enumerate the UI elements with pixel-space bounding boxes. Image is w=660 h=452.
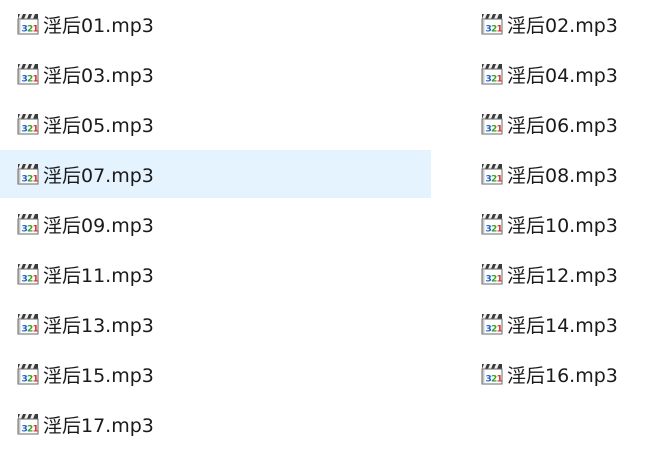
- file-name: 淫后16.mp3: [507, 364, 618, 387]
- svg-text:1: 1: [497, 275, 503, 285]
- file-item[interactable]: 3 2 1 淫后15.mp3: [0, 350, 431, 398]
- media-player-file-icon: 3 2 1: [481, 314, 503, 335]
- media-player-file-icon: 3 2 1: [481, 264, 503, 285]
- file-name: 淫后13.mp3: [43, 314, 154, 337]
- media-player-file-icon: 3 2 1: [481, 114, 503, 135]
- media-player-file-icon: 3 2 1: [17, 64, 39, 85]
- file-item[interactable]: 3 2 1 淫后03.mp3: [0, 50, 431, 98]
- svg-text:1: 1: [497, 25, 503, 35]
- svg-text:1: 1: [33, 325, 39, 335]
- svg-text:1: 1: [33, 75, 39, 85]
- file-item[interactable]: 3 2 1 淫后11.mp3: [0, 250, 431, 298]
- media-player-file-icon: 3 2 1: [17, 414, 39, 435]
- file-item[interactable]: 3 2 1 淫后17.mp3: [0, 400, 431, 448]
- media-player-file-icon: 3 2 1: [481, 364, 503, 385]
- svg-text:1: 1: [33, 375, 39, 385]
- file-item[interactable]: 3 2 1 淫后14.mp3: [480, 300, 660, 348]
- media-player-file-icon: 3 2 1: [17, 364, 39, 385]
- file-item[interactable]: 3 2 1 淫后06.mp3: [480, 100, 660, 148]
- file-name: 淫后07.mp3: [43, 164, 154, 187]
- media-player-file-icon: 3 2 1: [17, 164, 39, 185]
- file-item[interactable]: 3 2 1 淫后01.mp3: [0, 0, 431, 48]
- svg-text:1: 1: [497, 75, 503, 85]
- file-name: 淫后03.mp3: [43, 64, 154, 87]
- file-name: 淫后15.mp3: [43, 364, 154, 387]
- media-player-file-icon: 3 2 1: [17, 214, 39, 235]
- file-item[interactable]: 3 2 1 淫后13.mp3: [0, 300, 431, 348]
- svg-text:1: 1: [33, 225, 39, 235]
- file-name: 淫后14.mp3: [507, 314, 618, 337]
- file-item[interactable]: 3 2 1 淫后05.mp3: [0, 100, 431, 148]
- file-item[interactable]: 3 2 1 淫后12.mp3: [480, 250, 660, 298]
- media-player-file-icon: 3 2 1: [17, 264, 39, 285]
- svg-text:1: 1: [497, 325, 503, 335]
- svg-text:1: 1: [33, 175, 39, 185]
- svg-text:1: 1: [33, 125, 39, 135]
- file-item[interactable]: 3 2 1 淫后02.mp3: [480, 0, 660, 48]
- file-name: 淫后06.mp3: [507, 114, 618, 137]
- file-item[interactable]: 3 2 1 淫后07.mp3: [0, 150, 431, 198]
- file-name: 淫后01.mp3: [43, 14, 154, 37]
- svg-text:1: 1: [497, 125, 503, 135]
- file-name: 淫后05.mp3: [43, 114, 154, 137]
- file-name: 淫后10.mp3: [507, 214, 618, 237]
- file-item[interactable]: 3 2 1 淫后09.mp3: [0, 200, 431, 248]
- file-name: 淫后17.mp3: [43, 414, 154, 437]
- media-player-file-icon: 3 2 1: [17, 14, 39, 35]
- svg-text:1: 1: [497, 225, 503, 235]
- media-player-file-icon: 3 2 1: [17, 114, 39, 135]
- file-name: 淫后08.mp3: [507, 164, 618, 187]
- file-item[interactable]: 3 2 1 淫后10.mp3: [480, 200, 660, 248]
- file-item[interactable]: 3 2 1 淫后08.mp3: [480, 150, 660, 198]
- media-player-file-icon: 3 2 1: [481, 214, 503, 235]
- file-list: 3 2 1 淫后01.mp3 3 2 1 淫后02.mp3 3 2 1 淫后03…: [0, 0, 660, 452]
- file-item[interactable]: 3 2 1 淫后16.mp3: [480, 350, 660, 398]
- media-player-file-icon: 3 2 1: [481, 14, 503, 35]
- file-name: 淫后09.mp3: [43, 214, 154, 237]
- svg-text:1: 1: [33, 425, 39, 435]
- svg-text:1: 1: [497, 175, 503, 185]
- media-player-file-icon: 3 2 1: [17, 314, 39, 335]
- media-player-file-icon: 3 2 1: [481, 164, 503, 185]
- file-name: 淫后11.mp3: [43, 264, 154, 287]
- svg-text:1: 1: [33, 275, 39, 285]
- svg-text:1: 1: [497, 375, 503, 385]
- file-name: 淫后04.mp3: [507, 64, 618, 87]
- file-item[interactable]: 3 2 1 淫后04.mp3: [480, 50, 660, 98]
- file-name: 淫后02.mp3: [507, 14, 618, 37]
- svg-text:1: 1: [33, 25, 39, 35]
- media-player-file-icon: 3 2 1: [481, 64, 503, 85]
- file-name: 淫后12.mp3: [507, 264, 618, 287]
